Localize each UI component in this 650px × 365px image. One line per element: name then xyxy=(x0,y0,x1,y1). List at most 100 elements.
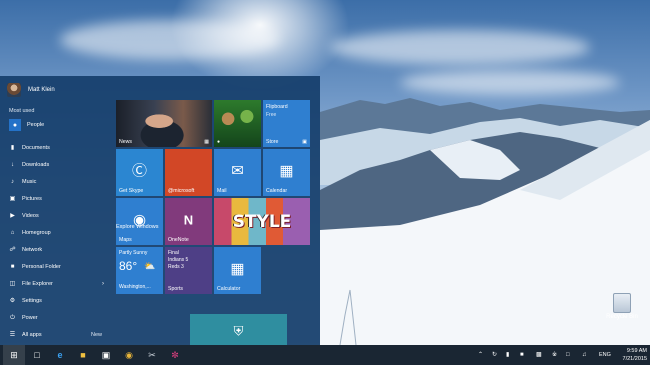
start-item-settings[interactable]: ⚙ Settings xyxy=(0,294,110,308)
recycle-bin[interactable]: Recycle Bin xyxy=(604,293,640,331)
chevron-right-icon[interactable]: › xyxy=(102,281,104,287)
tile-sports[interactable]: Final Indians 5 Reds 3 Sports xyxy=(165,247,212,294)
homegroup-icon: ⌂ xyxy=(10,229,15,236)
clock[interactable]: 9:59 AM 7/21/2015 xyxy=(617,347,647,363)
sync-icon[interactable]: ↻ xyxy=(492,351,497,359)
battery-icon[interactable]: ▮ xyxy=(506,351,509,359)
file-explorer-icon: ◫ xyxy=(9,280,16,287)
start-item-personal-folder[interactable]: ■ Personal Folder xyxy=(0,260,110,274)
network-icon: ☍ xyxy=(9,246,16,253)
tile-label: Maps xyxy=(119,237,132,243)
music-icon: ♪ xyxy=(11,178,14,185)
tile-style[interactable]: STYLE xyxy=(214,198,310,245)
start-item-label: Personal Folder xyxy=(22,264,61,270)
start-item-label: Downloads xyxy=(22,162,50,168)
start-item-label: People xyxy=(27,122,45,128)
all-apps-icon: ☰ xyxy=(9,331,16,338)
pictures-icon: ▣ xyxy=(9,195,16,202)
start-item-label: Documents xyxy=(22,145,50,151)
document-icon: ▮ xyxy=(10,144,15,151)
folder-icon[interactable]: ■ xyxy=(520,351,524,359)
clock-time: 9:59 AM xyxy=(626,348,647,354)
mail-icon: ✉ xyxy=(231,162,244,180)
sports-status: Final xyxy=(168,250,179,256)
tile-label: @microsoft xyxy=(168,188,195,194)
taskbar-store[interactable]: ▣ xyxy=(96,345,116,365)
xbox-icon: ● xyxy=(217,139,221,145)
tile-calculator[interactable]: ▦ Calculator xyxy=(214,247,261,294)
start-item-music[interactable]: ♪ Music xyxy=(0,175,110,189)
start-item-people[interactable]: ● People xyxy=(0,118,110,132)
new-badge: New xyxy=(91,332,103,338)
gear-icon: ⚙ xyxy=(9,297,16,304)
task-view-icon: □ xyxy=(34,350,40,360)
tile-twitter[interactable]: @microsoft xyxy=(165,149,212,196)
language-indicator[interactable]: ENG xyxy=(599,352,611,358)
start-item-label: Pictures xyxy=(22,196,42,202)
start-item-downloads[interactable]: ↓ Downloads xyxy=(0,158,110,172)
start-item-label: All apps xyxy=(22,332,42,338)
start-item-label: Network xyxy=(22,247,43,253)
start-item-label: Videos xyxy=(22,213,39,219)
tile-label: Get Skype xyxy=(119,188,144,194)
tile-weather[interactable]: Partly Sunny 86° ⛅ Washington,... xyxy=(116,247,163,294)
tile-mail[interactable]: ✉ Mail xyxy=(214,149,261,196)
tile-label: Calendar xyxy=(266,188,288,194)
edge-icon: e xyxy=(57,350,63,360)
taskbar-file-explorer[interactable]: ■ xyxy=(73,345,93,365)
taskbar-snipping-tool[interactable]: ✂ xyxy=(142,345,162,365)
start-item-pictures[interactable]: ▣ Pictures xyxy=(0,192,110,206)
start-item-homegroup[interactable]: ⌂ Homegroup xyxy=(0,226,110,240)
skype-icon: Ⓒ xyxy=(131,162,148,180)
start-item-label: File Explorer xyxy=(22,281,53,287)
tile-label: Mail xyxy=(217,188,227,194)
volume-icon[interactable]: ♫ xyxy=(582,351,587,359)
folder-icon: ■ xyxy=(10,263,15,270)
start-item-videos[interactable]: ▶ Videos xyxy=(0,209,110,223)
avatar xyxy=(7,83,21,97)
recycle-bin-icon xyxy=(613,293,631,313)
chrome-icon: ◉ xyxy=(125,349,133,360)
tile-calendar[interactable]: ▦ Calendar xyxy=(263,149,310,196)
start-item-label: Settings xyxy=(22,298,42,304)
start-item-network[interactable]: ☍ Network xyxy=(0,243,110,257)
calculator-icon: ▦ xyxy=(230,260,245,278)
people-icon: ● xyxy=(9,119,21,131)
paint-icon: ✼ xyxy=(171,349,179,360)
tile-onenote[interactable]: N OneNote xyxy=(165,198,212,245)
start-item-power[interactable]: ⏻ Power xyxy=(0,311,110,325)
taskbar-paint[interactable]: ✼ xyxy=(165,345,185,365)
tile-news[interactable]: News ▦ xyxy=(116,100,212,147)
scissors-icon: ✂ xyxy=(148,349,156,360)
start-item-label: Music xyxy=(22,179,37,185)
tile-get-skype[interactable]: Ⓒ Get Skype xyxy=(116,149,163,196)
sports-team-1: Indians 5 xyxy=(168,257,189,263)
tile-label: Sports xyxy=(168,286,183,292)
user-account[interactable]: Matt Klein xyxy=(7,83,55,97)
explore-windows-heading: Explore Windows xyxy=(116,224,159,230)
message-icon[interactable]: □ xyxy=(566,351,570,359)
start-item-documents[interactable]: ▮ Documents xyxy=(0,141,110,155)
tile-label: Store xyxy=(266,139,279,145)
fork-knife-icon: ⛨ xyxy=(233,323,244,339)
start-item-file-explorer[interactable]: ◫ File Explorer › xyxy=(0,277,110,291)
start-item-label: Power xyxy=(22,315,38,321)
clock-date: 7/21/2015 xyxy=(622,356,647,362)
tile-label: OneNote xyxy=(168,237,189,243)
tile-food-drink[interactable]: ⛨ xyxy=(190,314,287,345)
store-icon: ▣ xyxy=(302,139,307,145)
user-name: Matt Klein xyxy=(28,87,55,93)
tile-xbox[interactable]: ● xyxy=(214,100,261,147)
bluetooth-icon[interactable]: ※ xyxy=(552,351,557,359)
tile-store[interactable]: Flipboard Free Store ▣ xyxy=(263,100,310,147)
taskbar-chrome[interactable]: ◉ xyxy=(119,345,139,365)
chevron-up-icon[interactable]: ⌃ xyxy=(478,351,483,359)
taskbar-edge[interactable]: e xyxy=(50,345,70,365)
tile-maps[interactable]: ◉ Maps xyxy=(116,198,163,245)
weather-temperature: 86° xyxy=(119,259,138,273)
recycle-bin-label: Recycle Bin xyxy=(606,314,638,320)
task-view-button[interactable]: □ xyxy=(27,345,47,365)
network-icon[interactable]: ▩ xyxy=(536,351,542,359)
download-icon: ↓ xyxy=(11,161,14,168)
start-button[interactable]: ⊞ xyxy=(3,345,25,365)
